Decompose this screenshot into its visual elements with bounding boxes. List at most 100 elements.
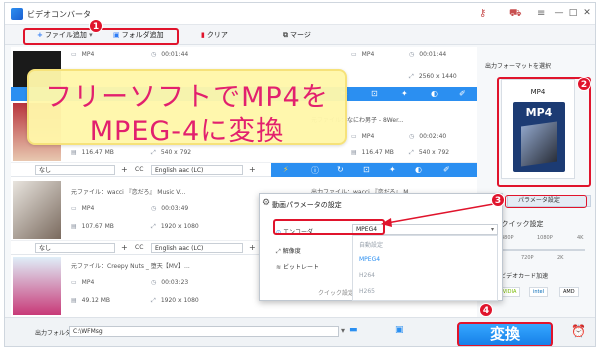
output-format: ▭ MP4 [351,51,375,58]
cc-icon[interactable]: CC [135,244,143,251]
bottom-bar: 出力フォルダ： C:\WFMsg ▾ ▬ ▣ 変換 ⏰ [5,317,595,346]
output-folder-field[interactable]: C:\WFMsg [69,326,339,337]
step-badge-1: 1 [89,19,103,33]
clock-icon: ◷ [151,51,157,58]
close-button[interactable]: ✕ [581,7,593,19]
file-format: ▭ MP4 [71,205,95,212]
encoder-dropdown-list: 自動設定 MPEG4 H264 H265 [352,235,498,301]
effect-icon[interactable]: ✦ [389,165,396,174]
open-folder-icon[interactable]: ▣ [395,325,404,335]
cart-icon[interactable]: ⛟ [509,8,522,21]
video-thumbnail [13,181,61,239]
tick-720p: 720P [521,255,534,261]
add-audio-icon[interactable]: + [249,165,256,174]
annotation-arrow [381,202,500,227]
alarm-clock-icon[interactable]: ⏰ [571,324,586,338]
audio-track-select[interactable]: English aac (LC) [151,243,243,253]
resolution-icon: ⤢ [409,149,414,156]
clock-icon: ◷ [151,279,157,286]
resolution-icon: ⤢ [151,149,156,156]
format-icon: ▭ [71,51,77,58]
lightning-icon[interactable]: ⚡ [283,165,289,174]
resolution-label: ⤢ 解像度 [276,248,301,255]
encoder-option-selected[interactable]: MPEG4 [359,256,380,263]
encoder-option[interactable]: H264 [359,272,375,279]
subtitle-select[interactable]: なし [35,243,115,253]
file-resolution: ⤢ 1920 x 1080 [151,223,199,230]
folder-icon: ▤ [351,149,357,156]
clock-icon: ◷ [409,51,415,58]
file-size: ▤ 116.47 MB [71,149,114,156]
crop-icon[interactable]: ⊡ [363,165,370,174]
resolution-icon: ⤢ [276,248,281,255]
param-button-highlight [505,195,587,208]
merge-button[interactable]: ⧉ マージ [283,30,311,40]
crop-icon[interactable]: ⊡ [371,89,378,98]
rotate-icon[interactable]: ↻ [337,165,344,174]
step-badge-2: 2 [577,77,591,91]
edit-strip: ⚡ ⓘ ↻ ⊡ ✦ ◐ ✐ [271,163,477,177]
banner-line-2: MPEG-4に変換 [89,116,285,147]
subtitle-select[interactable]: なし [35,165,115,175]
file-source: 元ファイル：Creepy Nuts _ 堕天【MV】... [71,263,190,270]
clear-button[interactable]: ▮ クリア [201,30,228,40]
file-resolution: ⤢ 540 x 792 [151,149,192,156]
file-duration: ◷ 00:01:44 [151,51,189,58]
info-icon[interactable]: ⓘ [311,165,319,176]
format-icon: ▭ [71,205,77,212]
audio-track-select[interactable]: English aac (LC) [151,165,243,175]
file-meta: ▭ MP4 [71,51,95,58]
menu-icon[interactable]: ≡ [537,8,545,19]
file-size: ▤ 107.67 MB [71,223,114,230]
file-resolution: ⤢ 1920 x 1080 [151,297,199,304]
output-duration: ◷ 00:01:44 [409,51,447,58]
key-icon[interactable]: ⚷ [479,8,486,19]
add-audio-icon[interactable]: + [249,243,256,252]
effect-icon[interactable]: ✦ [401,89,408,98]
pencil-icon[interactable]: ✐ [459,89,466,98]
step-badge-4: 4 [479,303,493,317]
video-thumbnail [13,257,61,315]
intel-badge: intel [529,287,548,297]
trash-icon: ▮ [201,31,205,39]
encoder-option[interactable]: 自動設定 [359,240,383,249]
format-highlight [497,77,591,187]
app-window: ビデオコンバータ ⚷ ⛟ ≡ — □ ✕ + ファイル追加 ▾ ▣ フォルダ追加 ▮… [4,2,596,347]
resolution-icon: ⤢ [409,73,414,80]
tick-4k: 4K [577,235,584,241]
title-banner: フリーソフトでMP4を MPEG-4に変換 [27,69,347,147]
dropdown-arrow-icon[interactable]: ▾ [341,326,345,335]
minimize-button[interactable]: — [553,7,565,19]
pencil-icon[interactable]: ✐ [443,165,450,174]
output-size: ▤ 116.47 MB [351,149,394,156]
folder-icon[interactable]: ▬ [349,325,358,335]
encoder-highlight [273,219,385,235]
merge-label: マージ [290,31,311,39]
option-bar: なし + CC English aac (LC) + [11,241,271,255]
tick-1080p: 1080P [537,235,553,241]
filter-icon[interactable]: ◐ [431,89,438,98]
convert-button[interactable]: 変換 [457,322,553,346]
add-subtitle-icon[interactable]: + [121,165,128,174]
output-resolution: ⤢ 2560 x 1440 [409,73,457,80]
filter-icon[interactable]: ◐ [415,165,422,174]
file-source: 元ファイル：wacci 『恋だろ』 Music V... [71,189,186,196]
output-duration: ◷ 00:02:40 [409,133,447,140]
amd-badge: AMD [559,287,579,297]
maximize-button[interactable]: □ [567,7,579,19]
app-logo-icon [11,8,23,20]
folder-icon: ▤ [71,149,77,156]
add-subtitle-icon[interactable]: + [121,243,128,252]
file-duration: ◷ 00:03:49 [151,205,189,212]
step-badge-3: 3 [491,193,505,207]
file-size: ▤ 49.12 MB [71,297,111,304]
format-icon: ▭ [71,279,77,286]
encoder-option[interactable]: H265 [359,288,375,295]
app-title: ビデオコンバータ [27,10,91,19]
format-icon: ▭ [351,51,357,58]
output-format-label: 出力フォーマットを選択 [485,63,552,70]
clear-label: クリア [206,31,228,39]
clock-icon: ◷ [409,133,415,140]
cc-icon[interactable]: CC [135,166,143,173]
gear-icon: ⚙ [262,198,271,208]
